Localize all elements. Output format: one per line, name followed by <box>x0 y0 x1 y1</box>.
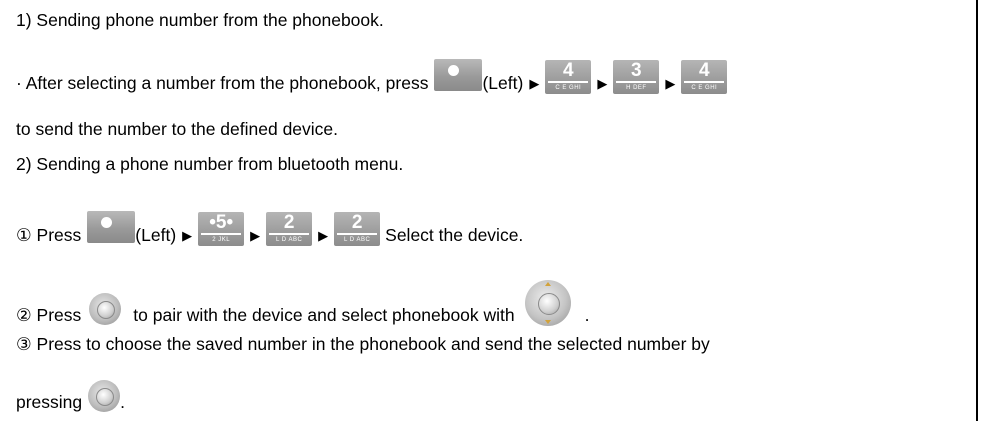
key-2-icon: 2L D ABC <box>266 212 313 246</box>
step1-left-label: (Left) <box>135 224 177 245</box>
arrow-icon: ▶ <box>529 76 540 91</box>
step3-cont: pressing <box>16 391 83 412</box>
step3-end: . <box>120 391 126 412</box>
section2-step3: ③ Press to choose the saved number in th… <box>16 334 710 355</box>
step2-prefix: ② Press <box>16 304 82 325</box>
ok-key-icon <box>89 293 122 325</box>
key-3-icon: 3H DEF <box>613 60 660 94</box>
left-label: (Left) <box>482 72 524 93</box>
section2-step2: ② Press to pair with the device and sele… <box>16 280 590 338</box>
section2-heading-text: 2) Sending a phone number from bluetooth… <box>16 154 404 174</box>
step3-text: ③ Press to choose the saved number in th… <box>16 334 710 354</box>
right-border <box>976 0 978 421</box>
section1-continuation-text: to send the number to the defined device… <box>16 119 339 139</box>
arrow-icon: ▶ <box>250 228 261 243</box>
key-2-icon: 2L D ABC <box>334 212 381 246</box>
section1-instruction: · After selecting a number from the phon… <box>16 59 728 100</box>
section2-step3-continuation: pressing . <box>16 380 126 418</box>
section1-heading: 1) Sending phone number from the phonebo… <box>16 10 384 31</box>
arrow-icon: ▶ <box>665 76 676 91</box>
key-4-icon: 4C E GHI <box>681 60 728 94</box>
section1-continuation: to send the number to the defined device… <box>16 119 338 140</box>
step1-prefix: ① Press <box>16 224 82 245</box>
step2-end: . <box>584 304 590 325</box>
step2-middle: to pair with the device and select phone… <box>133 304 515 325</box>
key-5-icon: •5• 2 JKL <box>198 212 245 246</box>
key-4-icon: 4C E GHI <box>545 60 592 94</box>
step1-suffix: Select the device. <box>385 224 524 245</box>
section2-step1: ① Press (Left) ▶ •5• 2 JKL ▶ 2L D ABC ▶ 2… <box>16 211 524 252</box>
section1-heading-text: 1) Sending phone number from the phonebo… <box>16 10 384 30</box>
arrow-icon: ▶ <box>318 228 329 243</box>
section2-heading: 2) Sending a phone number from bluetooth… <box>16 154 403 175</box>
left-softkey-icon <box>434 59 483 91</box>
arrow-icon: ▶ <box>597 76 608 91</box>
section1-bullet-text: · After selecting a number from the phon… <box>16 72 429 93</box>
arrow-icon: ▶ <box>182 228 193 243</box>
left-softkey-icon <box>87 211 136 243</box>
ok-key-icon <box>88 380 121 412</box>
navigation-key-icon <box>524 280 571 326</box>
